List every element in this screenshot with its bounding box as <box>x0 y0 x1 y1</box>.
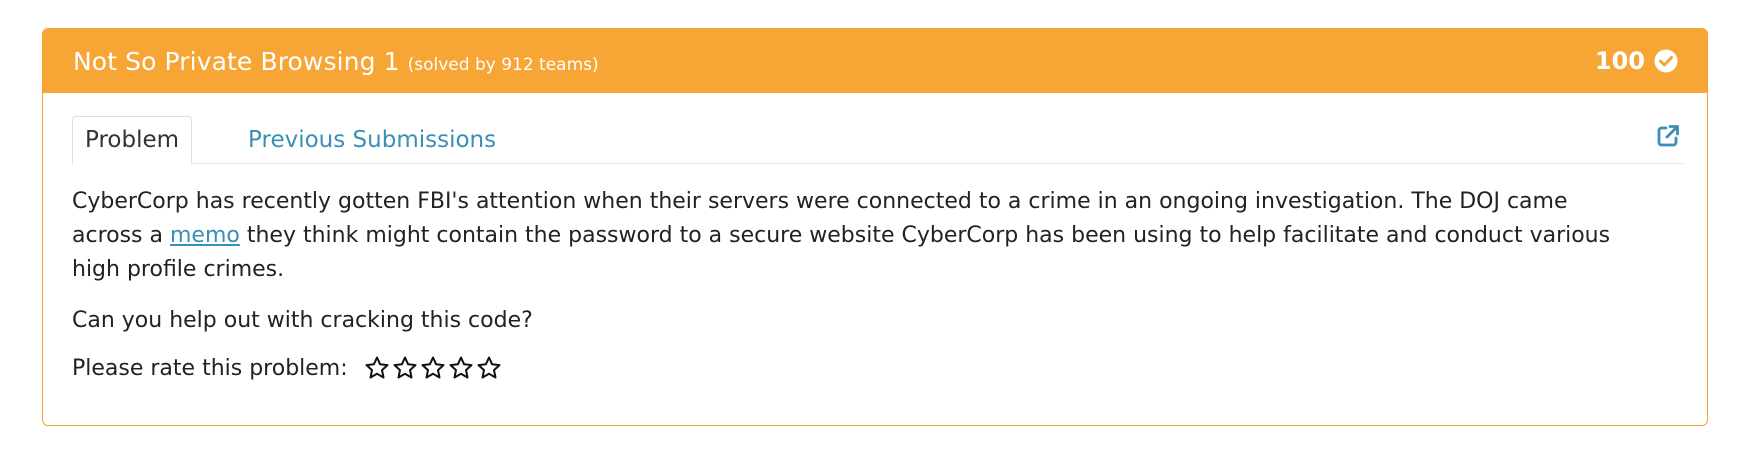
title-wrap: Not So Private Browsing 1 (solved by 912… <box>73 47 599 76</box>
problem-description: CyberCorp has recently gotten FBI's atte… <box>72 185 1642 287</box>
solved-count: (solved by 912 teams) <box>407 54 599 75</box>
problem-points: 100 <box>1594 47 1645 75</box>
tab-bar: Problem Previous Submissions <box>72 115 1683 164</box>
star-icon[interactable] <box>476 355 502 381</box>
problem-card: Not So Private Browsing 1 (solved by 912… <box>42 28 1708 426</box>
star-icon[interactable] <box>448 355 474 381</box>
points-wrap: 100 <box>1595 47 1679 75</box>
rating-label: Please rate this problem: <box>72 355 348 381</box>
check-circle-icon <box>1653 48 1679 74</box>
problem-title: Not So Private Browsing 1 <box>73 46 400 76</box>
tab-previous-submissions[interactable]: Previous Submissions <box>192 116 496 163</box>
problem-body: Problem Previous Submissions CyberCorp h… <box>43 93 1707 381</box>
star-icon[interactable] <box>420 355 446 381</box>
star-icon[interactable] <box>392 355 418 381</box>
rating-row: Please rate this problem: <box>72 355 1683 381</box>
memo-link[interactable]: memo <box>170 223 240 248</box>
external-link-icon[interactable] <box>1655 123 1681 149</box>
description-text-2: they think might contain the password to… <box>72 223 1611 282</box>
star-rating <box>364 355 504 381</box>
tab-problem[interactable]: Problem <box>72 116 193 164</box>
star-icon[interactable] <box>364 355 390 381</box>
problem-question: Can you help out with cracking this code… <box>72 308 533 333</box>
problem-header[interactable]: Not So Private Browsing 1 (solved by 912… <box>43 29 1707 93</box>
